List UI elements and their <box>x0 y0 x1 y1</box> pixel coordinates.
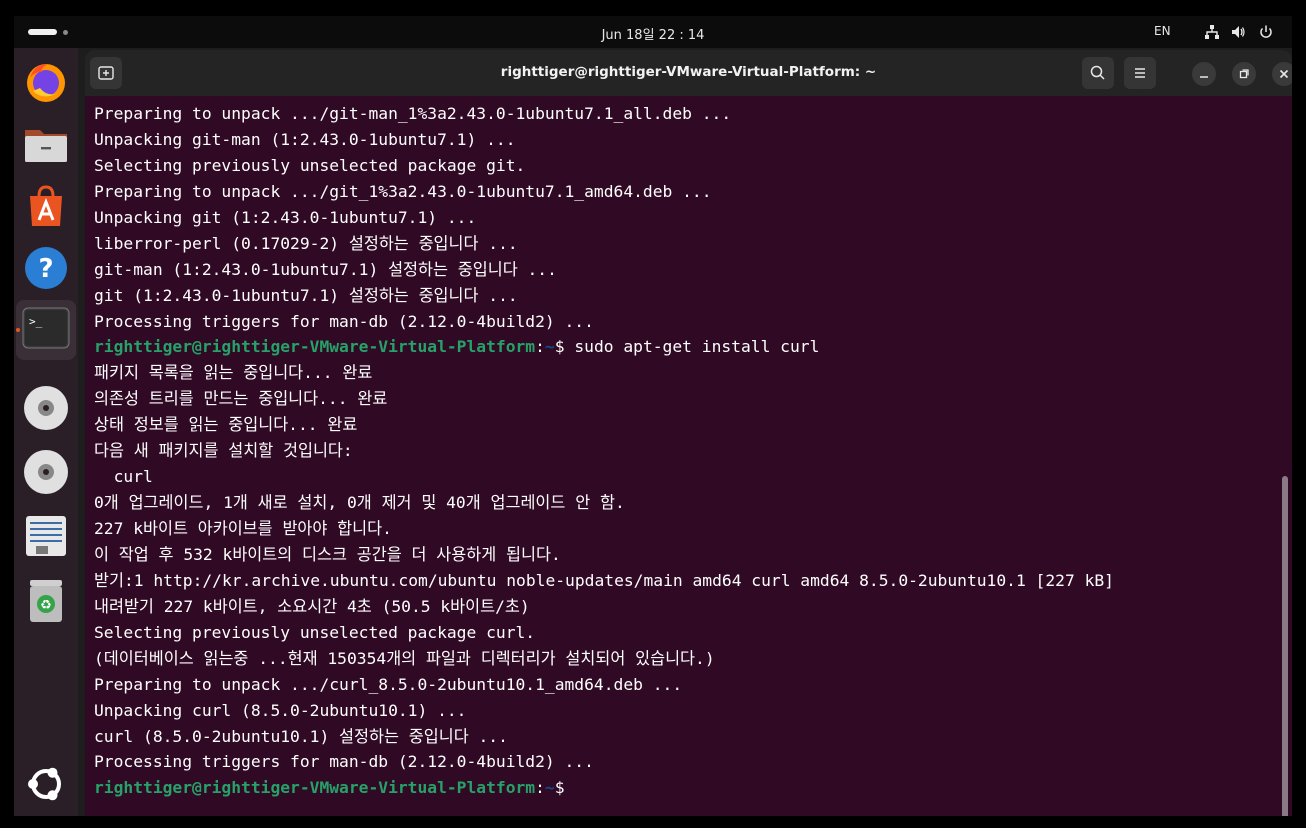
output-line: 다음 새 패키지를 설치할 것입니다: <box>94 441 353 461</box>
dock-files[interactable] <box>22 120 70 168</box>
dock-dvd-2[interactable] <box>22 448 70 496</box>
output-line: 내려받기 227 k바이트, 소요시간 4초 (50.5 k바이트/초) <box>94 596 530 616</box>
prompt-command: $ <box>554 778 575 798</box>
output-line: Selecting previously unselected package … <box>94 622 536 642</box>
output-line: 0개 업그레이드, 1개 새로 설치, 0개 제거 및 40개 업그레이드 안 … <box>94 493 625 513</box>
hamburger-menu-icon <box>1135 68 1145 78</box>
output-line: Unpacking curl (8.5.0-2ubuntu10.1) ... <box>94 700 467 720</box>
scrollbar[interactable] <box>1282 476 1288 816</box>
power-icon <box>1260 25 1272 38</box>
dock-firefox[interactable] <box>22 58 70 106</box>
dvd-icon <box>24 386 68 430</box>
prompt-separator: : <box>535 337 545 357</box>
top-bar: Jun 18일 22 : 14 EN <box>14 16 1292 48</box>
dock-help[interactable]: ? <box>22 244 70 292</box>
running-indicator <box>16 328 20 332</box>
output-line: curl <box>94 467 153 487</box>
network-icon <box>1205 25 1219 39</box>
close-icon <box>1279 69 1289 79</box>
output-line: 의존성 트리를 만드는 중입니다... 완료 <box>94 389 388 409</box>
menu-button[interactable] <box>1124 57 1156 89</box>
desktop: Jun 18일 22 : 14 EN ? >_ ♻ righttiger@rig… <box>14 16 1292 816</box>
clock[interactable]: Jun 18일 22 : 14 <box>14 24 1292 43</box>
prompt-path: ~ <box>544 337 555 357</box>
output-line: 227 k바이트 아카이브를 받아야 합니다. <box>94 519 392 538</box>
close-button[interactable] <box>1272 62 1292 86</box>
terminal-lines: Preparing to unpack .../git-man_1%3a2.43… <box>94 101 1114 801</box>
terminal-output[interactable]: Preparing to unpack .../git-man_1%3a2.43… <box>85 96 1292 816</box>
dock-dvd[interactable] <box>22 384 70 432</box>
help-icon: ? <box>25 247 67 289</box>
maximize-button[interactable] <box>1232 62 1256 86</box>
output-line: Processing triggers for man-db (2.12.0-4… <box>94 752 594 772</box>
output-line: 받기:1 http://kr.archive.ubuntu.com/ubuntu… <box>94 570 1114 590</box>
output-line: Preparing to unpack .../git-man_1%3a2.43… <box>94 104 732 123</box>
prompt-separator: : <box>535 778 545 798</box>
text-editor-icon <box>26 516 66 556</box>
search-button[interactable] <box>1082 57 1114 89</box>
output-line: Unpacking git-man (1:2.43.0-1ubuntu7.1) … <box>94 129 516 149</box>
dock-trash[interactable]: ♻ <box>22 576 70 624</box>
dvd-icon-2 <box>24 450 68 494</box>
output-line: curl (8.5.0-2ubuntu10.1) 설정하는 중입니다 ... <box>94 726 508 746</box>
minimize-icon <box>1200 76 1208 78</box>
output-line: 이 작업 후 532 k바이트의 디스크 공간을 더 사용하게 됩니다. <box>94 544 561 564</box>
svg-text:>_: >_ <box>29 315 43 328</box>
firefox-icon <box>27 64 65 102</box>
dock: ? >_ ♻ <box>14 48 78 816</box>
system-menu[interactable] <box>1204 24 1284 40</box>
prompt-user-host: righttiger@righttiger-VMware-Virtual-Pla… <box>94 337 536 357</box>
output-line: liberror-perl (0.17029-2) 설정하는 중입니다 ... <box>94 233 518 253</box>
output-line: Preparing to unpack .../git_1%3a2.43.0-1… <box>94 181 712 201</box>
output-line: Processing triggers for man-db (2.12.0-4… <box>94 311 594 331</box>
files-icon <box>25 130 67 162</box>
output-line: (데이터베이스 읽는중 ...현재 150354개의 파일과 디렉터리가 설치되… <box>94 648 715 668</box>
output-line: 패키지 목록을 읽는 중입니다... 완료 <box>94 363 373 383</box>
dock-show-apps[interactable] <box>22 760 70 808</box>
search-icon <box>1090 65 1105 80</box>
title-bar[interactable]: righttiger@righttiger-VMware-Virtual-Pla… <box>85 50 1292 96</box>
trash-icon: ♻ <box>30 580 62 622</box>
ubuntu-apps-icon <box>28 767 61 801</box>
dock-app-center[interactable] <box>22 182 70 230</box>
svg-text:♻: ♻ <box>40 598 52 613</box>
prompt-path: ~ <box>544 778 555 798</box>
output-line: Selecting previously unselected package … <box>94 155 526 175</box>
output-line: Unpacking git (1:2.43.0-1ubuntu7.1) ... <box>94 207 477 227</box>
output-line: git-man (1:2.43.0-1ubuntu7.1) 설정하는 중입니다 … <box>94 259 557 279</box>
terminal-icon: >_ <box>22 307 70 349</box>
restore-icon <box>1239 69 1249 79</box>
volume-icon <box>1232 26 1245 38</box>
input-language[interactable]: EN <box>1154 24 1171 38</box>
prompt-user-host: righttiger@righttiger-VMware-Virtual-Pla… <box>94 778 536 798</box>
dock-terminal[interactable]: >_ <box>16 300 76 360</box>
output-line: 상태 정보를 읽는 중입니다... 완료 <box>94 415 358 435</box>
prompt-line: righttiger@righttiger-VMware-Virtual-Pla… <box>94 334 1114 360</box>
terminal-window: righttiger@righttiger-VMware-Virtual-Pla… <box>85 50 1292 816</box>
app-center-icon <box>30 185 62 226</box>
dock-text-editor[interactable] <box>22 512 70 560</box>
minimize-button[interactable] <box>1192 62 1216 86</box>
output-line: git (1:2.43.0-1ubuntu7.1) 설정하는 중입니다 ... <box>94 285 518 305</box>
prompt-line: righttiger@righttiger-VMware-Virtual-Pla… <box>94 775 1114 801</box>
svg-text:?: ? <box>38 254 53 284</box>
output-line: Preparing to unpack .../curl_8.5.0-2ubun… <box>94 674 683 694</box>
prompt-command: $ sudo apt-get install curl <box>554 337 820 357</box>
